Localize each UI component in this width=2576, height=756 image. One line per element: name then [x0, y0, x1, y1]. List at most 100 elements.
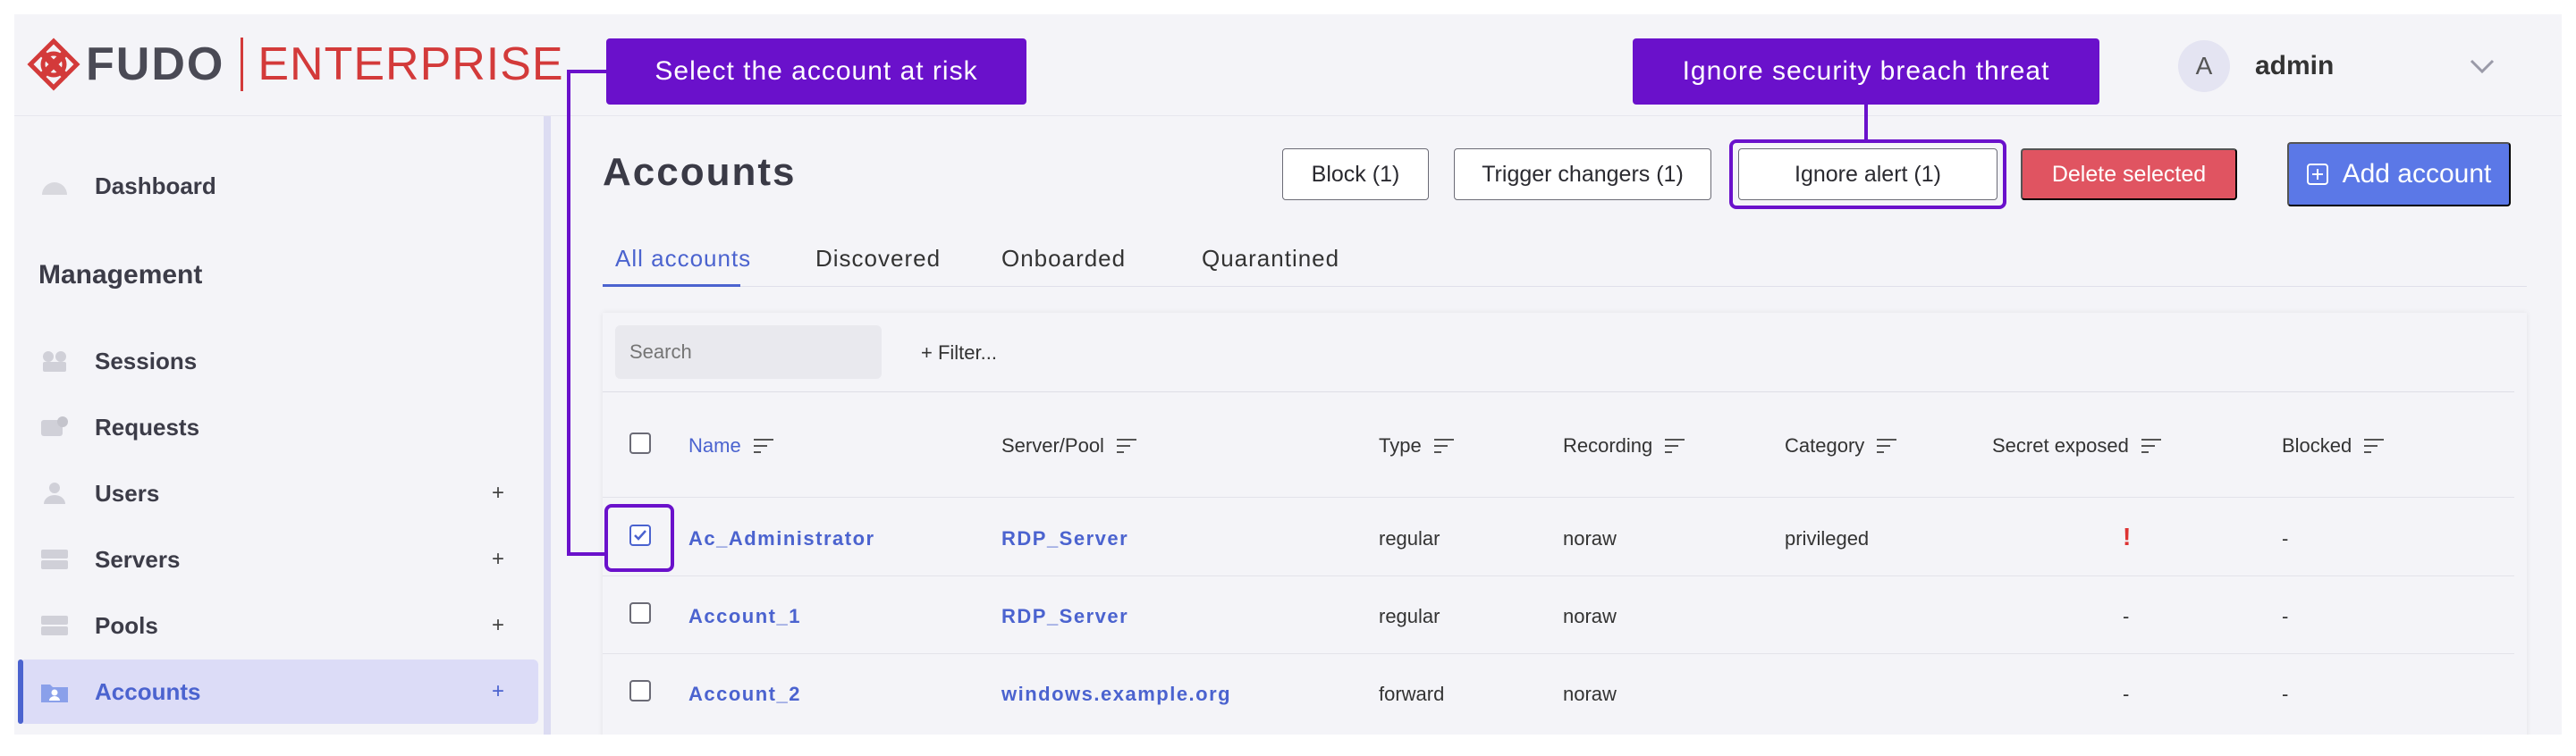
account-name-link[interactable]: Account_2: [688, 683, 801, 706]
tab-discovered[interactable]: Discovered: [815, 245, 941, 273]
add-account-button[interactable]: Add account: [2287, 142, 2511, 206]
tab-quarantined[interactable]: Quarantined: [1202, 245, 1339, 273]
recording-cell: noraw: [1563, 683, 1617, 705]
type-cell: regular: [1379, 527, 1440, 550]
delete-selected-button[interactable]: Delete selected: [2021, 148, 2237, 200]
sort-icon[interactable]: [1877, 439, 1897, 453]
app-window: FUDO ENTERPRISE A admin Dashboard Manage…: [14, 14, 2562, 735]
sidebar-item-label: Requests: [95, 413, 200, 441]
users-icon: [44, 483, 65, 504]
column-label: Secret exposed: [1992, 434, 2129, 457]
sort-icon[interactable]: [753, 439, 773, 453]
secret-exposed-cell: -: [2123, 605, 2130, 627]
fudo-logo[interactable]: FUDO ENTERPRISE: [27, 34, 564, 95]
sidebar-item-servers[interactable]: Servers +: [20, 527, 538, 592]
sidebar-item-dashboard[interactable]: Dashboard: [20, 154, 538, 218]
trigger-changers-button[interactable]: Trigger changers (1): [1454, 148, 1711, 200]
page-title: Accounts: [603, 150, 797, 194]
callout-ignore-threat: Ignore security breach threat: [1633, 38, 2099, 105]
secret-exposed-cell: -: [2123, 683, 2130, 705]
sidebar-item-users[interactable]: Users +: [20, 461, 538, 525]
block-button[interactable]: Block (1): [1282, 148, 1429, 200]
sidebar-item-sessions[interactable]: Sessions: [20, 329, 538, 393]
sidebar-item-pools[interactable]: Pools +: [20, 593, 538, 658]
callout-connector: [567, 552, 608, 556]
avatar[interactable]: A: [2178, 40, 2230, 92]
column-label: Name: [688, 434, 741, 457]
chevron-down-icon[interactable]: [2464, 48, 2500, 84]
account-name-link[interactable]: Account_1: [688, 605, 801, 628]
plus-square-icon: [2306, 164, 2328, 185]
tab-divider: [603, 286, 2527, 287]
sort-icon[interactable]: [1116, 439, 1136, 453]
sidebar-item-label: Accounts: [95, 677, 201, 705]
server-link[interactable]: windows.example.org: [1001, 683, 1231, 706]
server-link[interactable]: RDP_Server: [1001, 527, 1128, 550]
sidebar-item-accounts[interactable]: Accounts +: [18, 659, 538, 724]
top-bar: FUDO ENTERPRISE A admin: [14, 14, 2562, 116]
column-header-blocked[interactable]: Blocked: [2282, 434, 2385, 458]
column-header-name[interactable]: Name: [688, 434, 773, 458]
dashboard-icon: [42, 182, 67, 195]
sort-icon[interactable]: [2141, 439, 2161, 453]
add-account-sidebar-button[interactable]: +: [492, 679, 504, 704]
column-label: Type: [1379, 434, 1422, 457]
recording-cell: noraw: [1563, 605, 1617, 627]
sidebar-scrollbar[interactable]: [544, 116, 551, 735]
servers-icon: [41, 550, 68, 569]
type-cell: regular: [1379, 605, 1440, 627]
sort-icon[interactable]: [2364, 439, 2385, 453]
row-divider: [603, 653, 2514, 654]
server-link[interactable]: RDP_Server: [1001, 605, 1128, 628]
type-cell: forward: [1379, 683, 1445, 705]
column-header-category[interactable]: Category: [1785, 434, 1897, 458]
recording-cell: noraw: [1563, 527, 1617, 550]
brand-edition: ENTERPRISE: [258, 38, 564, 90]
active-tab-indicator: [603, 284, 740, 287]
search-input[interactable]: [615, 325, 882, 379]
toolbar-divider: [603, 391, 2514, 392]
column-header-secret-exposed[interactable]: Secret exposed: [1992, 434, 2161, 458]
column-header-type[interactable]: Type: [1379, 434, 1454, 458]
sidebar: Dashboard Management Sessions Requests U…: [14, 116, 544, 735]
sidebar-item-label: Servers: [95, 545, 181, 573]
user-menu[interactable]: A admin: [2178, 39, 2334, 93]
callout-connector: [1864, 105, 1868, 140]
blocked-cell: -: [2282, 683, 2289, 705]
column-label: Recording: [1563, 434, 1653, 457]
highlight-ignore-alert: [1729, 139, 2006, 209]
add-pool-button[interactable]: +: [492, 613, 504, 638]
brand-separator: [241, 38, 244, 91]
callout-connector: [567, 70, 570, 556]
user-name[interactable]: admin: [2255, 51, 2334, 81]
sort-icon[interactable]: [1665, 439, 1685, 453]
category-cell: privileged: [1785, 527, 1870, 550]
tab-onboarded[interactable]: Onboarded: [1001, 245, 1126, 273]
secret-exposed-alert-icon[interactable]: !: [2123, 523, 2131, 551]
row-checkbox[interactable]: [629, 602, 651, 624]
column-header-server-pool[interactable]: Server/Pool: [1001, 434, 1136, 458]
column-label: Category: [1785, 434, 1865, 457]
sort-icon[interactable]: [1433, 439, 1454, 453]
tab-all-accounts[interactable]: All accounts: [615, 245, 751, 273]
sidebar-item-label: Users: [95, 479, 160, 507]
select-all-checkbox[interactable]: [629, 433, 651, 454]
accounts-icon: [41, 685, 68, 702]
brand-name: FUDO: [86, 38, 225, 90]
sidebar-item-label: Sessions: [95, 347, 198, 374]
pools-icon: [41, 616, 68, 635]
accounts-table-card: [603, 313, 2527, 735]
account-name-link[interactable]: Ac_Administrator: [688, 527, 875, 550]
column-header-recording[interactable]: Recording: [1563, 434, 1685, 458]
row-divider: [603, 575, 2514, 576]
row-divider: [603, 497, 2514, 498]
row-checkbox[interactable]: [629, 680, 651, 701]
add-filter-button[interactable]: + Filter...: [921, 341, 997, 365]
column-label: Server/Pool: [1001, 434, 1104, 457]
blocked-cell: -: [2282, 527, 2289, 550]
add-server-button[interactable]: +: [492, 547, 504, 572]
add-user-button[interactable]: +: [492, 481, 504, 506]
sidebar-item-requests[interactable]: Requests: [20, 395, 538, 459]
requests-icon: [41, 416, 68, 436]
callout-connector: [567, 70, 606, 73]
